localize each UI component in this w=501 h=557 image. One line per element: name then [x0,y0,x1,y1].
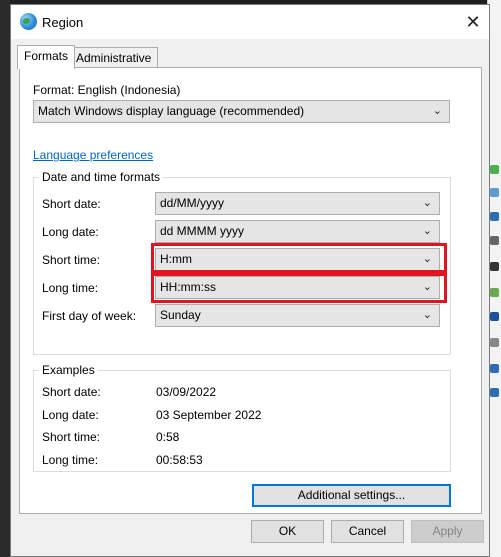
title-bar: Region ✕ [11,5,489,39]
example-short-date-label: Short date: [42,385,101,399]
example-long-time-value: 00:58:53 [156,453,203,467]
background-icon [490,188,499,197]
background-icon [490,312,499,321]
example-long-date-value: 03 September 2022 [156,408,262,422]
short-date-label: Short date: [42,197,101,211]
chevron-down-icon: ⌄ [422,309,432,321]
background-icon [490,364,499,373]
additional-settings-button[interactable]: Additional settings... [252,484,451,507]
tab-administrative[interactable]: Administrative [69,47,159,69]
background-icon [490,165,499,174]
format-dropdown[interactable]: Match Windows display language (recommen… [33,100,450,123]
long-date-label: Long date: [42,225,99,239]
background-icon [490,338,499,347]
background-icon [490,388,499,397]
background-icon [490,288,499,297]
globe-icon [20,13,37,30]
background-icon [490,212,499,221]
formats-panel: Format: English (Indonesia) Match Window… [19,67,482,514]
chevron-down-icon: ⌄ [422,225,432,237]
long-date-value: dd MMMM yyyy [160,224,244,238]
background-icon [490,236,499,245]
example-long-time-label: Long time: [42,453,99,467]
examples-title: Examples [39,363,98,377]
short-date-dropdown[interactable]: dd/MM/yyyy ⌄ [155,192,440,215]
example-short-time-label: Short time: [42,430,101,444]
chevron-down-icon: ⌄ [432,105,442,117]
window-title: Region [42,15,84,30]
language-preferences-link[interactable]: Language preferences [33,148,153,162]
cancel-button[interactable]: Cancel [331,520,404,543]
apply-button[interactable]: Apply [411,520,484,543]
long-time-highlight [151,273,447,303]
first-day-of-week-dropdown[interactable]: Sunday ⌄ [155,304,440,327]
first-day-of-week-value: Sunday [160,308,201,322]
short-time-highlight [151,243,447,273]
format-dropdown-value: Match Windows display language (recommen… [38,104,305,118]
close-button[interactable]: ✕ [457,5,489,39]
long-date-dropdown[interactable]: dd MMMM yyyy ⌄ [155,220,440,243]
example-short-date-value: 03/09/2022 [156,385,217,399]
first-day-of-week-label: First day of week: [42,309,137,323]
chevron-down-icon: ⌄ [422,197,432,209]
ok-button[interactable]: OK [251,520,324,543]
example-long-date-label: Long date: [42,408,99,422]
short-date-value: dd/MM/yyyy [160,196,225,210]
date-time-formats-title: Date and time formats [39,170,164,184]
background-app-left [0,0,10,557]
format-label: Format: English (Indonesia) [33,83,181,97]
example-short-time-value: 0:58 [156,430,180,444]
examples-group: Examples Short date: 03/09/2022 Long dat… [33,363,451,472]
tab-formats[interactable]: Formats [17,45,76,69]
long-time-label: Long time: [42,281,99,295]
background-icon [490,262,499,271]
region-dialog: Region ✕ Formats Administrative Format: … [10,4,490,557]
short-time-label: Short time: [42,253,101,267]
